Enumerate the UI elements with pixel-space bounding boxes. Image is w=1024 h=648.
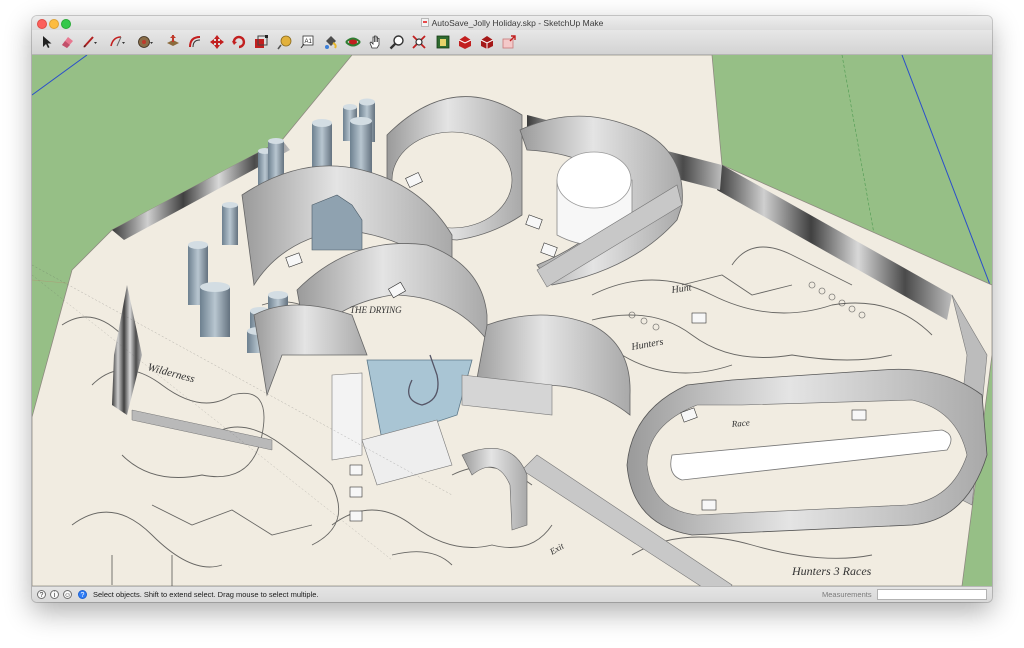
measurements-input[interactable] — [877, 589, 987, 600]
sketchup-window: AutoSave_Jolly Holiday.skp - SketchUp Ma… — [32, 16, 992, 602]
white-cylinder-top — [556, 151, 632, 209]
orbit-tool-icon[interactable] — [345, 34, 361, 50]
label-hunters-race: Hunters 3 Races — [791, 564, 872, 578]
scale-tool-icon[interactable] — [253, 34, 269, 50]
line-tool-icon[interactable] — [81, 34, 97, 50]
document-icon — [420, 18, 429, 27]
measurements-label: Measurements — [822, 590, 872, 599]
warehouse-icon[interactable] — [435, 34, 451, 50]
help-icon[interactable]: ? — [78, 590, 87, 599]
geo-location-icon[interactable]: ? — [37, 590, 46, 599]
components-icon[interactable] — [479, 34, 495, 50]
paint-bucket-tool-icon[interactable] — [323, 34, 339, 50]
status-bar: ? i ☺ ? Select objects. Shift to extend … — [32, 586, 992, 602]
shapes-tool-icon[interactable] — [137, 34, 153, 50]
window-title: AutoSave_Jolly Holiday.skp - SketchUp Ma… — [32, 16, 992, 30]
label-race: Race — [730, 417, 750, 429]
title-bar[interactable]: AutoSave_Jolly Holiday.skp - SketchUp Ma… — [32, 16, 992, 30]
select-tool-icon[interactable] — [39, 34, 55, 50]
zoom-tool-icon[interactable] — [389, 34, 405, 50]
svg-text:A1: A1 — [305, 39, 313, 45]
window-title-text: AutoSave_Jolly Holiday.skp - SketchUp Ma… — [431, 18, 604, 28]
credits-icon[interactable]: i — [50, 590, 59, 599]
eraser-tool-icon[interactable] — [59, 34, 75, 50]
getting-started-toolbar: A1 — [32, 30, 992, 55]
tape-measure-tool-icon[interactable] — [277, 34, 293, 50]
status-message: Select objects. Shift to extend select. … — [93, 590, 319, 599]
model-viewport[interactable]: Hunters 3 Races Hunt Hunters THE DRYING … — [32, 55, 992, 586]
pan-tool-icon[interactable] — [367, 34, 383, 50]
model-drawing: Hunters 3 Races Hunt Hunters THE DRYING … — [32, 55, 992, 586]
arc-tool-icon[interactable] — [109, 34, 125, 50]
user-icon[interactable]: ☺ — [63, 590, 72, 599]
rotate-tool-icon[interactable] — [231, 34, 247, 50]
zoom-extents-tool-icon[interactable] — [411, 34, 427, 50]
push-pull-tool-icon[interactable] — [165, 34, 181, 50]
move-tool-icon[interactable] — [209, 34, 225, 50]
block-wall-a — [331, 372, 363, 461]
offset-tool-icon[interactable] — [187, 34, 203, 50]
extension-warehouse-icon[interactable] — [457, 34, 473, 50]
label-the-drying: THE DRYING — [350, 305, 402, 315]
share-model-icon[interactable] — [501, 34, 517, 50]
text-tool-icon[interactable]: A1 — [299, 34, 315, 50]
